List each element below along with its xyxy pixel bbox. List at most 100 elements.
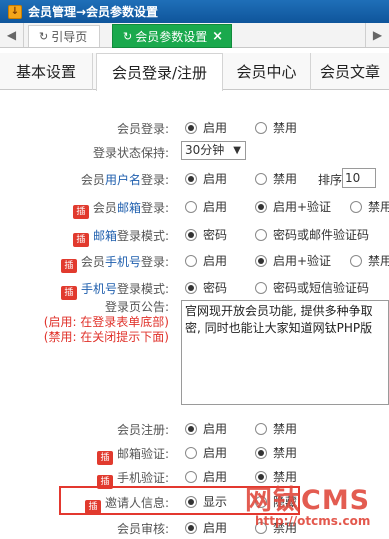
label-part: 会员 [80,173,105,187]
member-audit-enable[interactable]: 启用 [185,519,227,536]
invite-info-show[interactable]: 显示 [185,493,227,510]
label-part-highlight: 邮箱 [92,229,117,243]
option-label: 密码或短信验证码 [273,281,370,295]
row-login-keep: 登录状态保持: 30分钟 ▼ [0,141,389,163]
tab-scroll-right-button[interactable]: ▶ [365,23,389,47]
option-label: 启用 [203,422,228,436]
sort-input[interactable]: 10 [342,168,376,188]
member-register-label: 会员注册: [116,423,169,437]
plugin-badge-icon: 插 [84,500,101,514]
radio-selected[interactable] [185,282,197,294]
row-member-login: 会员登录: 启用 禁用 [0,117,389,139]
radio-selected[interactable] [185,122,197,134]
subtab-basic[interactable]: 基本设置 [0,53,93,90]
phone-mode-label: 插手机号登录模式: [60,280,169,300]
notice-text-line: 密, 同时也能让大家知道网钛PHP版 [185,321,373,335]
page-title: 会员管理→会员参数设置 [28,5,159,19]
subtab-member-articles[interactable]: 会员文章 [311,53,389,90]
radio-selected[interactable] [255,255,267,267]
login-notice-textarea[interactable]: 官网现开放会员功能, 提供多种争取 密, 同时也能让大家知道网钛PHP版 [181,300,389,405]
subtab-member-center[interactable]: 会员中心 [223,53,311,90]
radio-selected[interactable] [185,496,197,508]
label-part-highlight: 手机号 [104,255,141,269]
email-mode-password[interactable]: 密码 [185,226,227,243]
label-part: 邀请人信息: [104,496,169,510]
email-verify-label: 插邮箱验证: [96,445,169,465]
username-login-disable[interactable]: 禁用 [255,170,297,187]
phone-login-enable[interactable]: 启用 [185,252,227,269]
row-phone-mode: 插手机号登录模式: 密码 密码或短信验证码 [0,277,389,300]
plugin-badge-icon: 插 [96,451,113,465]
email-mode-label: 插邮箱登录模式: [72,227,169,247]
close-icon[interactable]: × [212,29,223,44]
label-part: 登录模式: [116,229,169,243]
member-register-enable[interactable]: 启用 [185,420,227,437]
radio[interactable] [185,471,197,483]
notice-hint-disabled: (禁用: 在关闭提示下面) [43,330,169,344]
radio[interactable] [350,255,362,267]
page-tab-strip: ◀ ↻ 引导页 ↻ 会员参数设置 × ▶ [0,23,389,48]
plugin-badge-icon: 插 [72,205,89,219]
option-label: 启用 [203,200,228,214]
radio[interactable] [255,122,267,134]
radio[interactable] [255,229,267,241]
email-login-disable[interactable]: 禁用 [350,198,389,215]
phone-login-enable-verify[interactable]: 启用+验证 [255,252,331,269]
radio-selected[interactable] [185,229,197,241]
radio-selected[interactable] [185,173,197,185]
member-login-label: 会员登录: [116,122,169,136]
radio[interactable] [350,201,362,213]
login-keep-select[interactable]: 30分钟 ▼ [181,141,246,160]
option-label: 禁用 [273,121,298,135]
email-mode-password-or-code[interactable]: 密码或邮件验证码 [255,226,369,243]
tab-scroll-left-button[interactable]: ◀ [0,23,24,47]
radio[interactable] [255,173,267,185]
phone-verify-enable[interactable]: 启用 [185,468,227,485]
radio-selected[interactable] [185,423,197,435]
tab-member-settings[interactable]: ↻ 会员参数设置 × [112,24,232,48]
email-verify-enable[interactable]: 启用 [185,444,227,461]
radio-selected[interactable] [185,522,197,534]
email-verify-disable[interactable]: 禁用 [255,444,297,461]
email-login-enable-verify[interactable]: 启用+验证 [255,198,331,215]
option-label: 禁用 [273,172,298,186]
tab-guide[interactable]: ↻ 引导页 [28,25,100,47]
row-username-login: 会员用户名登录: 启用 禁用 排序 10 [0,168,389,190]
username-login-enable[interactable]: 启用 [185,170,227,187]
label-part: 登录: [140,173,169,187]
radio[interactable] [255,423,267,435]
label-part: 会员 [92,201,117,215]
phone-mode-password[interactable]: 密码 [185,279,227,296]
radio[interactable] [185,255,197,267]
refresh-icon: ↻ [39,30,49,43]
option-label: 启用 [203,470,228,484]
member-login-disable[interactable]: 禁用 [255,119,297,136]
watermark-brand: 网钛CMS [245,485,371,516]
invite-info-label: 插邀请人信息: [84,494,169,514]
login-notice-label: 登录页公告: (启用: 在登录表单底部) (禁用: 在关闭提示下面) [0,300,169,345]
notice-hint-enabled: (启用: 在登录表单底部) [43,315,169,329]
notice-text-line: 官网现开放会员功能, 提供多种争取 [185,304,373,318]
phone-mode-password-or-sms[interactable]: 密码或短信验证码 [255,279,369,296]
radio-selected[interactable] [255,447,267,459]
option-label: 启用+验证 [273,254,332,268]
phone-login-disable[interactable]: 禁用 [350,252,389,269]
subtab-login-register[interactable]: 会员登录/注册 [96,53,223,91]
label-part-highlight: 邮箱 [116,201,141,215]
member-login-enable[interactable]: 启用 [185,119,227,136]
label-part-highlight: 用户名 [104,173,141,187]
radio[interactable] [185,201,197,213]
option-label: 密码或邮件验证码 [273,228,370,242]
chevron-down-icon: ▼ [233,145,241,156]
member-audit-label: 会员审核: [116,522,169,536]
refresh-icon: ↻ [123,29,133,43]
option-label: 密码 [203,281,228,295]
email-login-enable[interactable]: 启用 [185,198,227,215]
radio-selected[interactable] [255,201,267,213]
label-part: 登录: [140,201,169,215]
radio[interactable] [185,447,197,459]
member-register-disable[interactable]: 禁用 [255,420,297,437]
download-arrow-icon: ↓ [8,4,22,19]
radio[interactable] [255,282,267,294]
phone-login-label: 插会员手机号登录: [60,253,169,273]
